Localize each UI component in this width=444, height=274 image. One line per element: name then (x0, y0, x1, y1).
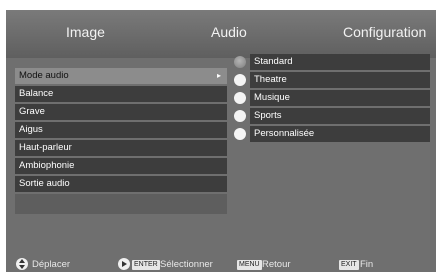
hint-move-label: Déplacer (32, 259, 71, 270)
tab-audio[interactable]: Audio (211, 24, 247, 40)
option-theatre[interactable]: Theatre (232, 72, 432, 88)
option-musique[interactable]: Musique (232, 90, 432, 106)
radio-icon[interactable] (234, 128, 246, 140)
tab-image[interactable]: Image (66, 24, 105, 40)
hint-end-label: Fin (360, 259, 374, 270)
play-icon (118, 258, 130, 270)
radio-icon[interactable] (234, 110, 246, 122)
audio-menu: Mode audio ▸ Balance Grave Aigus Haut-pa… (15, 68, 227, 214)
menu-item-aigus[interactable]: Aigus (15, 122, 227, 138)
menu-item-grave[interactable]: Grave (15, 104, 227, 120)
footer-hints: Déplacer ENTER Sélectionner MENU Retour … (6, 256, 436, 272)
tab-configuration[interactable]: Configuration (343, 24, 426, 40)
radio-icon[interactable] (234, 74, 246, 86)
menu-item-sortie-audio[interactable]: Sortie audio (15, 176, 227, 192)
menu-item-label: Grave (19, 106, 45, 117)
option-personnalisee[interactable]: Personnalisée (232, 126, 432, 142)
option-label: Sports (250, 108, 430, 124)
radio-icon[interactable] (234, 92, 246, 104)
option-label: Personnalisée (250, 126, 430, 142)
menu-item-balance[interactable]: Balance (15, 86, 227, 102)
audio-mode-options: Standard Theatre Musique Sports Personna… (232, 54, 432, 144)
tv-osd-screen: Image Audio Configuration Mode audio ▸ B… (6, 10, 436, 272)
enter-key-icon: ENTER (132, 260, 160, 270)
option-standard[interactable]: Standard (232, 54, 432, 70)
menu-item-label: Aigus (19, 124, 43, 135)
menu-item-label: Mode audio (19, 70, 69, 81)
hint-back-label: Retour (262, 259, 291, 270)
option-label: Theatre (250, 72, 430, 88)
option-label: Standard (250, 54, 430, 70)
menu-item-ambiophonie[interactable]: Ambiophonie (15, 158, 227, 174)
menu-divider (15, 194, 227, 214)
menu-item-mode-audio[interactable]: Mode audio ▸ (15, 68, 227, 84)
chevron-right-icon: ▸ (216, 71, 221, 80)
menu-item-label: Sortie audio (19, 178, 70, 189)
option-sports[interactable]: Sports (232, 108, 432, 124)
exit-key-icon: EXIT (339, 260, 359, 270)
move-arrows-icon (16, 258, 28, 270)
hint-select-label: Sélectionner (160, 259, 213, 270)
menu-key-icon: MENU (237, 260, 262, 270)
menu-item-label: Haut-parleur (19, 142, 72, 153)
menu-item-label: Ambiophonie (19, 160, 75, 171)
option-label: Musique (250, 90, 430, 106)
menu-item-label: Balance (19, 88, 54, 99)
tab-bar: Image Audio Configuration (6, 10, 436, 58)
menu-item-haut-parleur[interactable]: Haut-parleur (15, 140, 227, 156)
radio-selected-icon[interactable] (234, 56, 246, 68)
